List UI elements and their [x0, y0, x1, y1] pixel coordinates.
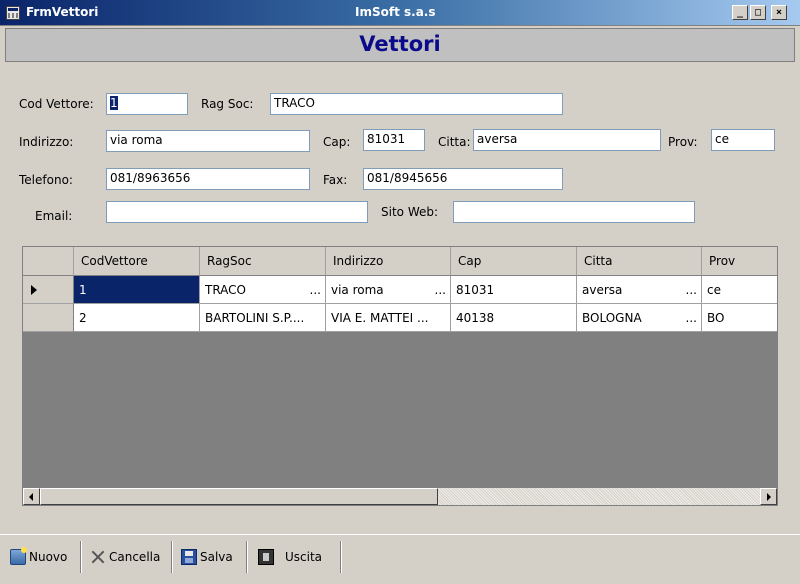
header-panel: Vettori: [5, 28, 795, 62]
email-label: Email:: [35, 209, 73, 223]
indirizzo-field[interactable]: via roma: [106, 130, 310, 152]
exit-door-icon: [258, 549, 274, 565]
grid-cell-prov[interactable]: ce: [702, 276, 777, 304]
cell-ellipsis: ...: [685, 311, 697, 325]
cell-text: BOLOGNA: [582, 311, 642, 325]
nuovo-button[interactable]: Nuovo: [10, 543, 67, 571]
company-title: ImSoft s.a.s: [355, 5, 436, 19]
citta-label: Citta:: [438, 135, 471, 149]
indirizzo-label: Indirizzo:: [19, 135, 74, 149]
cell-ellipsis: ...: [434, 283, 446, 297]
grid-header: CodVettore RagSoc Indirizzo Cap Citta Pr…: [23, 247, 777, 276]
new-record-icon: [10, 547, 27, 565]
floppy-disk-icon: [181, 549, 197, 565]
grid-corner-header[interactable]: [23, 247, 74, 276]
scroll-left-arrow-icon[interactable]: [23, 488, 40, 505]
grid-cell-citta[interactable]: aversa...: [577, 276, 702, 304]
column-header-cap[interactable]: Cap: [451, 247, 577, 276]
column-header-citta[interactable]: Citta: [577, 247, 702, 276]
telefono-label: Telefono:: [19, 173, 73, 187]
minimize-button[interactable]: _: [732, 5, 748, 20]
prov-field[interactable]: ce: [711, 129, 775, 151]
cod-vettore-field[interactable]: 1: [106, 93, 188, 115]
row-header[interactable]: [23, 304, 74, 332]
cancella-label: Cancella: [109, 550, 161, 564]
page-title: Vettori: [359, 32, 441, 56]
grid-cell-prov[interactable]: BO: [702, 304, 777, 332]
uscita-label: Uscita: [285, 550, 323, 564]
citta-field[interactable]: aversa: [473, 129, 661, 151]
grid-cell-cod[interactable]: 2: [74, 304, 200, 332]
cap-label: Cap:: [323, 135, 351, 149]
grid-cell-indirizzo[interactable]: VIA E. MATTEI ...: [326, 304, 451, 332]
cod-vettore-value: 1: [110, 96, 118, 110]
fax-label: Fax:: [323, 173, 348, 187]
sito-web-label: Sito Web:: [381, 205, 439, 219]
toolbar-separator: [340, 541, 342, 573]
vettori-grid[interactable]: CodVettore RagSoc Indirizzo Cap Citta Pr…: [22, 246, 778, 506]
prov-label: Prov:: [668, 135, 698, 149]
nuovo-label: Nuovo: [29, 550, 68, 564]
close-button[interactable]: ×: [771, 5, 787, 20]
window-title: FrmVettori: [26, 5, 99, 19]
scroll-right-arrow-icon[interactable]: [760, 488, 777, 505]
toolbar-separator: [80, 541, 82, 573]
rag-soc-field[interactable]: TRACO: [270, 93, 563, 115]
grid-cell-cod[interactable]: 1: [74, 276, 200, 304]
current-row-arrow-icon: [31, 285, 37, 295]
grid-cell-cap[interactable]: 81031: [451, 276, 577, 304]
cancella-button[interactable]: Cancella: [90, 543, 160, 571]
cell-text: TRACO: [205, 283, 247, 297]
cod-vettore-label: Cod Vettore:: [19, 97, 94, 111]
cell-text: aversa: [582, 283, 623, 297]
email-field[interactable]: [106, 201, 368, 223]
form-icon: [6, 6, 20, 20]
sito-web-field[interactable]: [453, 201, 695, 223]
grid-cell-cap[interactable]: 40138: [451, 304, 577, 332]
column-header-codvettore[interactable]: CodVettore: [74, 247, 200, 276]
cap-field[interactable]: 81031: [363, 129, 425, 151]
window-title-bar[interactable]: FrmVettori ImSoft s.a.s _ □ ×: [0, 0, 800, 26]
telefono-field[interactable]: 081/8963656: [106, 168, 310, 190]
bottom-toolbar: Nuovo Cancella Salva Uscita: [0, 534, 800, 578]
toolbar-separator: [171, 541, 173, 573]
grid-cell-ragsoc[interactable]: TRACO...: [200, 276, 326, 304]
maximize-button[interactable]: □: [750, 5, 766, 20]
cell-ellipsis: ...: [309, 283, 321, 297]
cell-ellipsis: ...: [685, 283, 697, 297]
salva-label: Salva: [200, 550, 233, 564]
rag-soc-label: Rag Soc:: [201, 97, 254, 111]
scrollbar-thumb[interactable]: [40, 488, 438, 505]
delete-x-icon: [90, 549, 106, 565]
column-header-ragsoc[interactable]: RagSoc: [200, 247, 326, 276]
column-header-indirizzo[interactable]: Indirizzo: [326, 247, 451, 276]
fax-field[interactable]: 081/8945656: [363, 168, 563, 190]
horizontal-scrollbar[interactable]: [23, 488, 777, 505]
column-header-prov[interactable]: Prov: [702, 247, 777, 276]
uscita-button[interactable]: Uscita: [258, 543, 322, 571]
row-header-current[interactable]: [23, 276, 74, 304]
salva-button[interactable]: Salva: [181, 543, 233, 571]
toolbar-separator: [246, 541, 248, 573]
grid-cell-ragsoc[interactable]: BARTOLINI S.P....: [200, 304, 326, 332]
grid-cell-citta[interactable]: BOLOGNA...: [577, 304, 702, 332]
grid-cell-indirizzo[interactable]: via roma...: [326, 276, 451, 304]
cell-text: via roma: [331, 283, 384, 297]
